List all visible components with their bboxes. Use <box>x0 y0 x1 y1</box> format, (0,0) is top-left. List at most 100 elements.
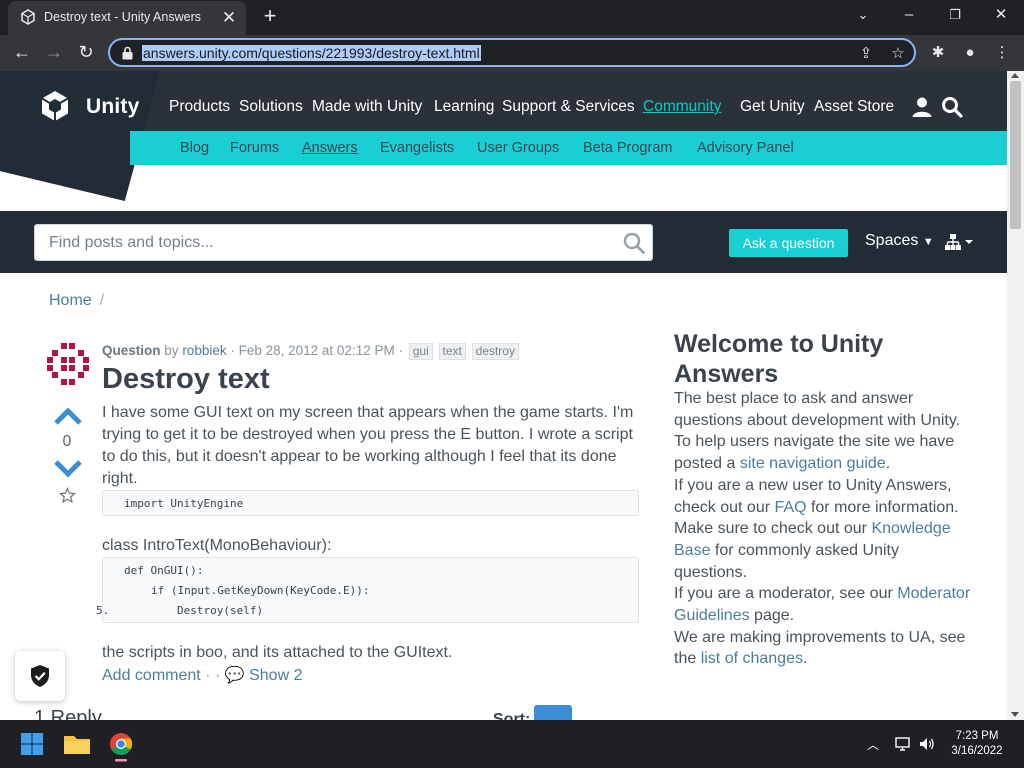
tab-search-chevron-icon[interactable]: ⌄ <box>840 0 886 32</box>
code-block-import: import UnityEngine <box>102 490 639 516</box>
show-comments-link[interactable]: Show 2 <box>249 667 302 684</box>
share-icon[interactable]: ⇪ <box>856 44 876 64</box>
post-date: · Feb 28, 2012 at 02:12 PM · <box>230 343 403 358</box>
extensions-puzzle-icon[interactable]: ✱ <box>925 40 951 66</box>
scrollbar-thumb[interactable] <box>1010 81 1021 229</box>
favorite-star-icon[interactable] <box>59 487 76 504</box>
close-tab-icon[interactable]: ✕ <box>218 7 240 29</box>
user-account-icon[interactable] <box>911 96 933 118</box>
system-clock[interactable]: 7:23 PM 3/16/2022 <box>942 729 1012 759</box>
spaces-label: Spaces <box>865 232 919 249</box>
by-label: by <box>164 343 179 358</box>
separator-dot: · · <box>205 667 225 684</box>
nav-get-unity[interactable]: Get Unity <box>740 98 805 116</box>
sitemap-dropdown-icon[interactable] <box>944 233 976 251</box>
list-of-changes-link[interactable]: list of changes <box>701 650 803 667</box>
tag-text[interactable]: text <box>438 343 466 360</box>
scroll-up-icon[interactable] <box>1011 73 1019 78</box>
subnav-beta-program[interactable]: Beta Program <box>583 140 672 156</box>
faq-link[interactable]: FAQ <box>775 499 807 516</box>
clock-time: 7:23 PM <box>955 730 999 742</box>
windows-start-icon[interactable] <box>14 726 50 762</box>
nav-products[interactable]: Products <box>169 98 230 116</box>
privacy-shield-button[interactable] <box>15 651 65 701</box>
subnav-user-groups[interactable]: User Groups <box>477 140 559 156</box>
class-declaration-text: class IntroText(MonoBehaviour): <box>102 537 332 554</box>
sidebar-paragraph: The best place to ask and answer questio… <box>674 390 961 429</box>
add-comment-link[interactable]: Add comment <box>102 667 201 684</box>
code-line: Destroy(self) <box>177 604 264 617</box>
tag-destroy[interactable]: destroy <box>471 343 519 360</box>
shield-check-icon <box>31 665 49 687</box>
question-body-text: I have some GUI text on my screen that a… <box>102 404 634 487</box>
subnav-evangelists[interactable]: Evangelists <box>380 140 454 156</box>
chrome-icon[interactable] <box>103 726 139 762</box>
site-navigation-guide-link[interactable]: site navigation guide <box>740 455 886 472</box>
restore-icon[interactable]: ❐ <box>932 0 978 32</box>
breadcrumb-home[interactable]: Home <box>49 292 92 309</box>
subnav-forums[interactable]: Forums <box>230 140 279 156</box>
nav-learning[interactable]: Learning <box>434 98 494 116</box>
scroll-down-icon[interactable] <box>1011 712 1019 717</box>
forward-icon[interactable]: → <box>40 39 68 67</box>
sidebar-paragraph: Make sure to check out our Knowledge Bas… <box>674 518 974 583</box>
caret-down-icon: ▼ <box>922 236 934 248</box>
question-title: Destroy text <box>102 363 270 395</box>
sort-by-votes-button[interactable] <box>534 705 572 720</box>
tab-title: Destroy text - Unity Answers <box>44 10 201 24</box>
vote-count: 0 <box>62 433 72 450</box>
author-avatar[interactable] <box>46 342 90 386</box>
subnav-blog[interactable]: Blog <box>180 140 209 156</box>
sidebar-paragraph: If you are a new user to Unity Answers, … <box>674 475 974 518</box>
search-icon[interactable] <box>622 231 646 255</box>
sidebar-paragraph: To help users navigate the site we have … <box>674 431 974 474</box>
nav-made-with-unity[interactable]: Made with Unity <box>312 98 422 116</box>
question-actions: Add comment · · 💬 Show 2 <box>102 665 302 685</box>
author-link[interactable]: robbiek <box>182 343 226 358</box>
subnav-advisory-panel[interactable]: Advisory Panel <box>697 140 794 156</box>
browser-menu-icon[interactable]: ⋮ <box>989 40 1015 66</box>
page-scrollbar[interactable] <box>1007 71 1024 720</box>
comments-icon[interactable]: 💬 <box>225 667 245 684</box>
code-block-ongui: def OnGUI(): if (Input.GetKeyDown(KeyCod… <box>96 557 639 623</box>
address-bar[interactable]: answers.unity.com/questions/221993/destr… <box>108 38 916 67</box>
spaces-dropdown[interactable]: Spaces ▼ <box>865 232 934 250</box>
volume-icon[interactable] <box>918 736 936 752</box>
search-input[interactable] <box>34 224 653 261</box>
vote-down-icon[interactable] <box>53 459 83 479</box>
clock-date: 3/16/2022 <box>951 745 1003 757</box>
unity-favicon-icon <box>21 9 35 25</box>
question-closing-text: the scripts in boo, and its attached to … <box>102 644 453 661</box>
close-window-icon[interactable]: ✕ <box>978 0 1024 32</box>
profile-icon[interactable]: ● <box>957 40 983 66</box>
tag-gui[interactable]: gui <box>408 343 433 360</box>
network-icon[interactable] <box>894 736 912 752</box>
windows-taskbar: ︿ 7:23 PM 3/16/2022 <box>0 720 1024 768</box>
unity-cube-icon <box>41 91 69 121</box>
new-tab-icon[interactable]: + <box>258 5 282 29</box>
text: for more information. <box>806 498 959 516</box>
nav-solutions[interactable]: Solutions <box>239 98 303 116</box>
code-line: if (Input.GetKeyDown(KeyCode.E)): <box>151 584 370 597</box>
minimize-icon[interactable]: – <box>886 0 932 32</box>
ask-question-button[interactable]: Ask a question <box>729 229 848 257</box>
question-meta: Question by robbiek · Feb 28, 2012 at 02… <box>102 343 519 360</box>
vote-up-icon[interactable] <box>53 406 83 426</box>
tray-overflow-chevron-icon[interactable]: ︿ <box>867 736 885 752</box>
nav-asset-store[interactable]: Asset Store <box>814 98 894 116</box>
back-icon[interactable]: ← <box>8 39 36 67</box>
browser-tab[interactable]: Destroy text - Unity Answers ✕ <box>8 1 246 35</box>
text: . <box>802 650 808 668</box>
site-search-icon[interactable] <box>941 96 963 118</box>
reload-icon[interactable]: ↻ <box>72 39 100 67</box>
bookmark-star-icon[interactable]: ☆ <box>888 44 908 64</box>
subnav-answers[interactable]: Answers <box>302 140 358 156</box>
sidebar-body: The best place to ask and answer questio… <box>674 388 974 670</box>
lock-icon <box>122 46 133 60</box>
nav-support-services[interactable]: Support & Services <box>502 98 635 116</box>
community-subnav: Blog Forums Answers Evangelists User Gro… <box>130 131 1007 165</box>
file-explorer-icon[interactable] <box>59 726 95 762</box>
breadcrumb: Home / <box>49 292 104 310</box>
url-text[interactable]: answers.unity.com/questions/221993/destr… <box>142 45 481 61</box>
nav-community[interactable]: Community <box>643 98 721 116</box>
